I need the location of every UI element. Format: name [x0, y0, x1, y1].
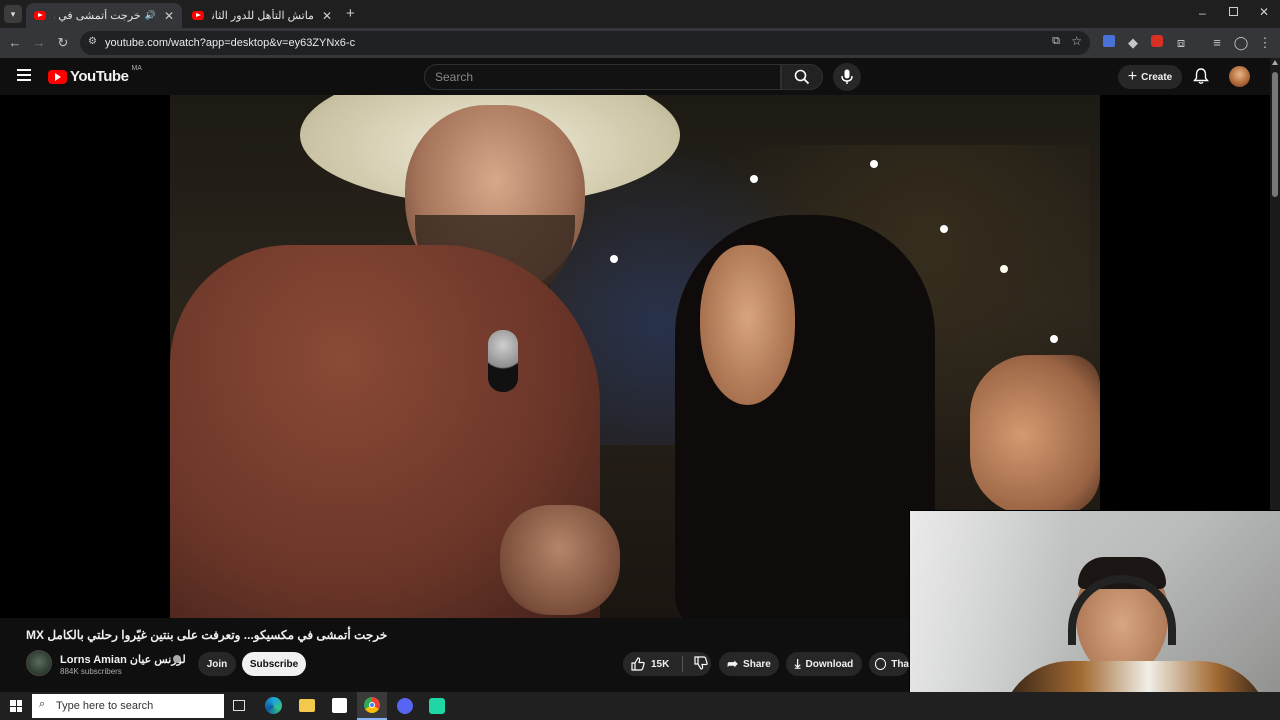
extensions-puzzle-icon[interactable]: ⧈ [1173, 35, 1189, 51]
tab-inactive[interactable]: ماتش التأهل للدور الثاني؟ التشكـ ✕ [184, 3, 340, 28]
task-view-icon[interactable] [233, 700, 245, 711]
close-window-icon[interactable]: ✕ [1259, 5, 1269, 19]
thanks-coin-icon [875, 658, 887, 670]
video-title: خرجت أتمشى في مكسيكو... وتعرفت على بنتين… [26, 628, 388, 642]
man-hand [500, 505, 620, 615]
url-text: youtube.com/watch?app=desktop&v=ey63ZYNx… [105, 37, 356, 49]
join-button[interactable]: Join [198, 652, 236, 676]
thanks-button[interactable]: Tha [869, 652, 909, 676]
browser-menu-icon[interactable]: ⋮ [1257, 35, 1273, 51]
search-icon [794, 69, 810, 85]
microphone-icon [841, 69, 853, 84]
create-button[interactable]: + Create [1118, 65, 1182, 89]
site-info-icon[interactable]: ⚙ [88, 36, 97, 47]
forward-icon[interactable]: → [31, 35, 47, 51]
address-bar[interactable]: ⚙ youtube.com/watch?app=desktop&v=ey63ZY… [80, 31, 1090, 55]
share-label: Share [743, 658, 771, 670]
like-dislike-group: 15K [623, 652, 711, 676]
tab-active[interactable]: خرجت أتمشى في مكسيكو... و 🔊 ✕ [26, 3, 182, 28]
browser-tab-strip: ▾ خرجت أتمشى في مكسيكو... و 🔊 ✕ ماتش الت… [0, 0, 1280, 28]
translate-extension-icon[interactable] [1101, 35, 1117, 51]
taskbar-search-icon: ⌕ [39, 698, 46, 710]
taskbar-search-placeholder: Type here to search [56, 700, 154, 712]
speaker-icon[interactable]: 🔊 [145, 10, 156, 21]
windows-taskbar: ⌕ Type here to search [0, 692, 1280, 720]
youtube-logo[interactable]: YouTube MA [48, 65, 142, 85]
install-icon[interactable]: ⧉ [1052, 35, 1060, 48]
tab-title: ماتش التأهل للدور الثاني؟ التشكـ [212, 10, 314, 22]
channel-name[interactable]: Lorns Amian لورنس عيان [60, 653, 186, 666]
pill-divider [682, 656, 684, 672]
youtube-favicon-icon [34, 11, 46, 20]
search-input[interactable]: Search [424, 64, 781, 90]
youtube-favicon-icon [192, 11, 204, 20]
scroll-up-arrow-icon[interactable] [1272, 60, 1278, 65]
subscribe-button[interactable]: Subscribe [242, 652, 306, 676]
scrollbar-thumb[interactable] [1272, 72, 1278, 197]
file-explorer-icon[interactable] [299, 699, 315, 712]
close-tab-icon[interactable]: ✕ [164, 9, 174, 23]
account-avatar[interactable] [1229, 66, 1250, 87]
media-controls-icon[interactable]: ≡ [1209, 35, 1225, 51]
download-button[interactable]: ⤓ Download [786, 652, 862, 676]
thanks-label: Tha [891, 658, 909, 670]
lapel-microphone [488, 330, 518, 392]
close-tab-icon[interactable]: ✕ [322, 9, 332, 23]
new-tab-button[interactable]: + [346, 5, 355, 22]
create-label: Create [1141, 71, 1173, 83]
verified-badge-icon [173, 655, 181, 663]
like-button[interactable]: 15K [631, 657, 669, 671]
youtube-play-icon [48, 69, 67, 84]
app-green-icon[interactable] [429, 698, 445, 714]
reload-icon[interactable]: ↻ [55, 35, 71, 51]
dislike-button[interactable] [694, 655, 709, 673]
thumbs-up-icon [631, 657, 645, 671]
voice-search-button[interactable] [833, 63, 861, 91]
edge-icon[interactable] [265, 697, 282, 714]
subscriber-count: 884K subscribers [60, 667, 122, 676]
masthead: YouTube MA Search + Create [0, 58, 1280, 95]
download-label: Download [805, 658, 854, 670]
taskbar-search-input[interactable]: ⌕ Type here to search [32, 694, 224, 718]
webcam-overlay [909, 510, 1280, 720]
search-button[interactable] [781, 64, 823, 90]
windows-start-icon[interactable] [10, 700, 22, 712]
guide-menu-icon[interactable] [17, 69, 31, 81]
discord-icon[interactable] [397, 698, 413, 714]
extension-red-icon[interactable] [1149, 35, 1165, 51]
bookmark-star-icon[interactable]: ☆ [1071, 34, 1082, 48]
extension-diamond-icon[interactable]: ◆ [1125, 35, 1141, 51]
browser-toolbar: ← → ↻ ⚙ youtube.com/watch?app=desktop&v=… [0, 28, 1280, 58]
download-icon: ⤓ [794, 656, 801, 671]
store-icon[interactable] [332, 698, 347, 713]
restore-icon[interactable] [1229, 7, 1238, 16]
region-code: MA [131, 65, 142, 72]
minimize-icon[interactable]: – [1199, 6, 1206, 20]
logo-text: YouTube [70, 68, 129, 85]
notifications-bell-icon[interactable] [1193, 68, 1209, 90]
woman-hand [970, 355, 1100, 515]
tab-search-button[interactable]: ▾ [4, 5, 22, 23]
subscribe-label: Subscribe [249, 658, 299, 670]
share-button[interactable]: ➦ Share [719, 652, 779, 676]
thumbs-down-icon [694, 655, 709, 670]
channel-avatar[interactable] [26, 650, 52, 676]
like-count: 15K [651, 658, 670, 670]
woman-face [700, 245, 795, 405]
tab-title: خرجت أتمشى في مكسيكو... و [54, 10, 141, 22]
join-label: Join [206, 658, 228, 670]
profile-icon[interactable]: ◯ [1233, 35, 1249, 51]
chrome-icon[interactable] [357, 692, 387, 720]
share-arrow-icon: ➦ [727, 656, 739, 671]
plus-icon: + [1127, 68, 1138, 85]
back-icon[interactable]: ← [7, 35, 23, 51]
